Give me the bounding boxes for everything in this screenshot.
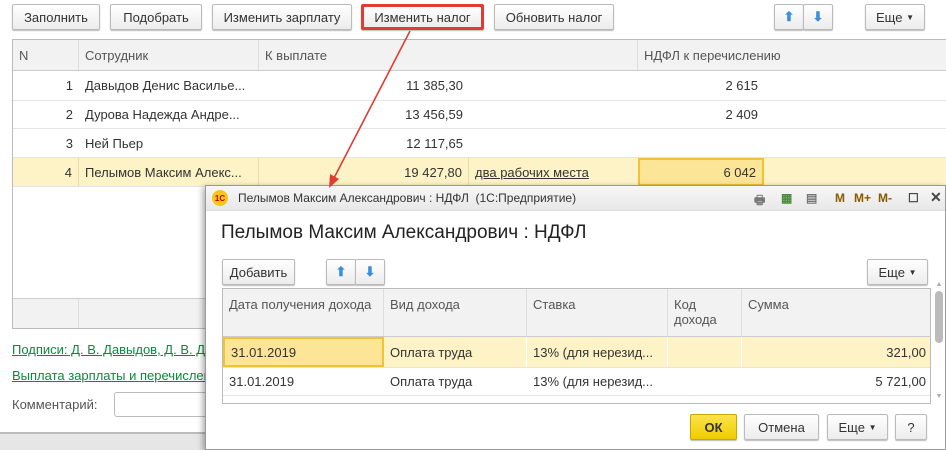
print-icon[interactable]: 🖶: [754, 191, 765, 212]
more-label: Еще: [878, 264, 905, 280]
pay-amount: 11 385,30: [406, 78, 463, 93]
comment-label: Комментарий:: [12, 397, 98, 412]
col-rate[interactable]: Ставка: [527, 289, 668, 336]
employee-name: Пелымов Максим Алекс...: [79, 158, 259, 186]
income-type: Оплата труда: [384, 337, 527, 367]
tax-rate: 13% (для нерезид...: [533, 373, 654, 389]
income-type: Оплата труда: [390, 373, 473, 389]
more-label: Еще: [876, 9, 903, 25]
dialog-footer-more-button[interactable]: Еще ▼: [827, 414, 888, 440]
dialog-move-down-button[interactable]: ⬇: [355, 259, 385, 285]
ndfl-amount: 2 615: [725, 78, 758, 93]
income-code: [668, 337, 742, 367]
row-number: 2: [65, 107, 73, 122]
dialog-move-up-button[interactable]: ⬆: [326, 259, 356, 285]
dropdown-icon: ▼: [906, 12, 914, 22]
signatures-link[interactable]: Подписи: Д. В. Давыдов, Д. В. Д: [12, 342, 205, 357]
update-tax-button[interactable]: Обновить налог: [494, 4, 614, 30]
col-employee[interactable]: Сотрудник: [79, 40, 259, 70]
col-sum[interactable]: Сумма: [742, 289, 930, 336]
close-icon[interactable]: ✕: [930, 189, 942, 206]
calculator-icon[interactable]: ▦: [781, 191, 792, 205]
maximize-icon[interactable]: ☐: [908, 191, 919, 205]
ndfl-row[interactable]: 31.01.2019 Оплата труда 13% (для нерезид…: [223, 367, 930, 396]
table-header: N Сотрудник К выплате НДФЛ к перечислени…: [13, 40, 946, 71]
note-link[interactable]: [469, 101, 638, 128]
memory-minus-button[interactable]: M-: [878, 191, 892, 205]
pay-amount: 12 117,65: [406, 135, 463, 151]
add-button[interactable]: Добавить: [222, 259, 295, 285]
cancel-button[interactable]: Отмена: [744, 414, 819, 440]
scrollbar-thumb[interactable]: [935, 291, 943, 343]
employee-name: Давыдов Денис Василье...: [85, 78, 246, 93]
pay-amount: 13 456,59: [405, 107, 463, 122]
ndfl-table: Дата получения дохода Вид дохода Ставка …: [222, 288, 931, 404]
ndfl-amount: 2 409: [725, 107, 758, 122]
dropdown-icon: ▼: [908, 267, 917, 277]
employee-name: Дурова Надежда Андре...: [85, 107, 240, 122]
row-number: 3: [65, 135, 73, 151]
dialog-titlebar: 1С Пелымов Максим Александрович : НДФЛ (…: [206, 186, 945, 211]
arrow-down-icon: ⬇: [812, 9, 824, 24]
payment-link[interactable]: Выплата зарплаты и перечислен: [12, 368, 211, 383]
income-date[interactable]: 31.01.2019: [223, 337, 384, 367]
change-tax-button[interactable]: Изменить налог: [361, 4, 484, 30]
ok-button[interactable]: ОК: [690, 414, 737, 440]
col-date[interactable]: Дата получения дохода: [223, 289, 384, 336]
note-link[interactable]: [469, 129, 638, 157]
table-row[interactable]: 4 Пелымов Максим Алекс... 19 427,80 два …: [13, 158, 946, 187]
tax-sum: 321,00: [886, 344, 926, 360]
col-income-code[interactable]: Код дохода: [668, 289, 742, 336]
dialog-more-button[interactable]: Еще ▼: [867, 259, 928, 285]
arrow-up-icon: ⬆: [783, 9, 795, 24]
memory-plus-button[interactable]: M+: [854, 191, 871, 205]
col-ndfl[interactable]: НДФЛ к перечислению: [638, 40, 946, 70]
pick-button[interactable]: Подобрать: [110, 4, 202, 30]
employee-name: Ней Пьер: [85, 135, 144, 151]
arrow-down-icon: ⬇: [364, 264, 376, 279]
help-button[interactable]: ?: [895, 414, 927, 440]
income-code: [668, 367, 742, 395]
app-logo-icon: 1С: [212, 190, 228, 206]
fill-button[interactable]: Заполнить: [12, 4, 100, 30]
table-row[interactable]: 3 Ней Пьер 12 117,65: [13, 129, 946, 158]
change-salary-button[interactable]: Изменить зарплату: [212, 4, 352, 30]
move-down-button[interactable]: ⬇: [803, 4, 833, 30]
more-button[interactable]: Еще ▼: [865, 4, 925, 30]
memory-m-button[interactable]: M: [835, 191, 845, 205]
income-date: 31.01.2019: [229, 373, 295, 389]
pay-amount: 19 427,80: [259, 158, 469, 186]
arrow-up-icon: ⬆: [335, 264, 347, 279]
scrollbar[interactable]: ▲ ▼: [935, 281, 943, 406]
ndfl-dialog: 1С Пелымов Максим Александрович : НДФЛ (…: [205, 185, 946, 450]
tax-rate: 13% (для нерезид...: [527, 337, 668, 367]
col-income-type[interactable]: Вид дохода: [384, 289, 527, 336]
dialog-heading: Пелымов Максим Александрович : НДФЛ: [221, 222, 587, 243]
calendar-icon[interactable]: ▤: [806, 191, 817, 205]
row-number: 1: [65, 78, 73, 93]
ndfl-amount[interactable]: 6 042: [638, 158, 764, 186]
table-row[interactable]: 2 Дурова Надежда Андре... 13 456,59 2 40…: [13, 101, 946, 129]
note-link[interactable]: два рабочих места: [469, 158, 638, 186]
row-number: 4: [13, 158, 79, 186]
note-link[interactable]: [469, 71, 638, 100]
dropdown-icon: ▼: [868, 422, 877, 432]
ndfl-row[interactable]: 31.01.2019 Оплата труда 13% (для нерезид…: [223, 337, 930, 368]
ndfl-amount: [638, 129, 764, 157]
table-header: Дата получения дохода Вид дохода Ставка …: [223, 289, 930, 337]
col-pay[interactable]: К выплате: [259, 40, 638, 70]
more-label: Еще: [838, 419, 865, 435]
move-up-button[interactable]: ⬆: [774, 4, 804, 30]
dialog-window-title: Пелымов Максим Александрович : НДФЛ (1С:…: [238, 191, 577, 205]
col-n[interactable]: N: [13, 40, 79, 70]
tax-sum: 5 721,00: [875, 373, 926, 389]
table-row[interactable]: 1 Давыдов Денис Василье... 11 385,30 2 6…: [13, 71, 946, 101]
